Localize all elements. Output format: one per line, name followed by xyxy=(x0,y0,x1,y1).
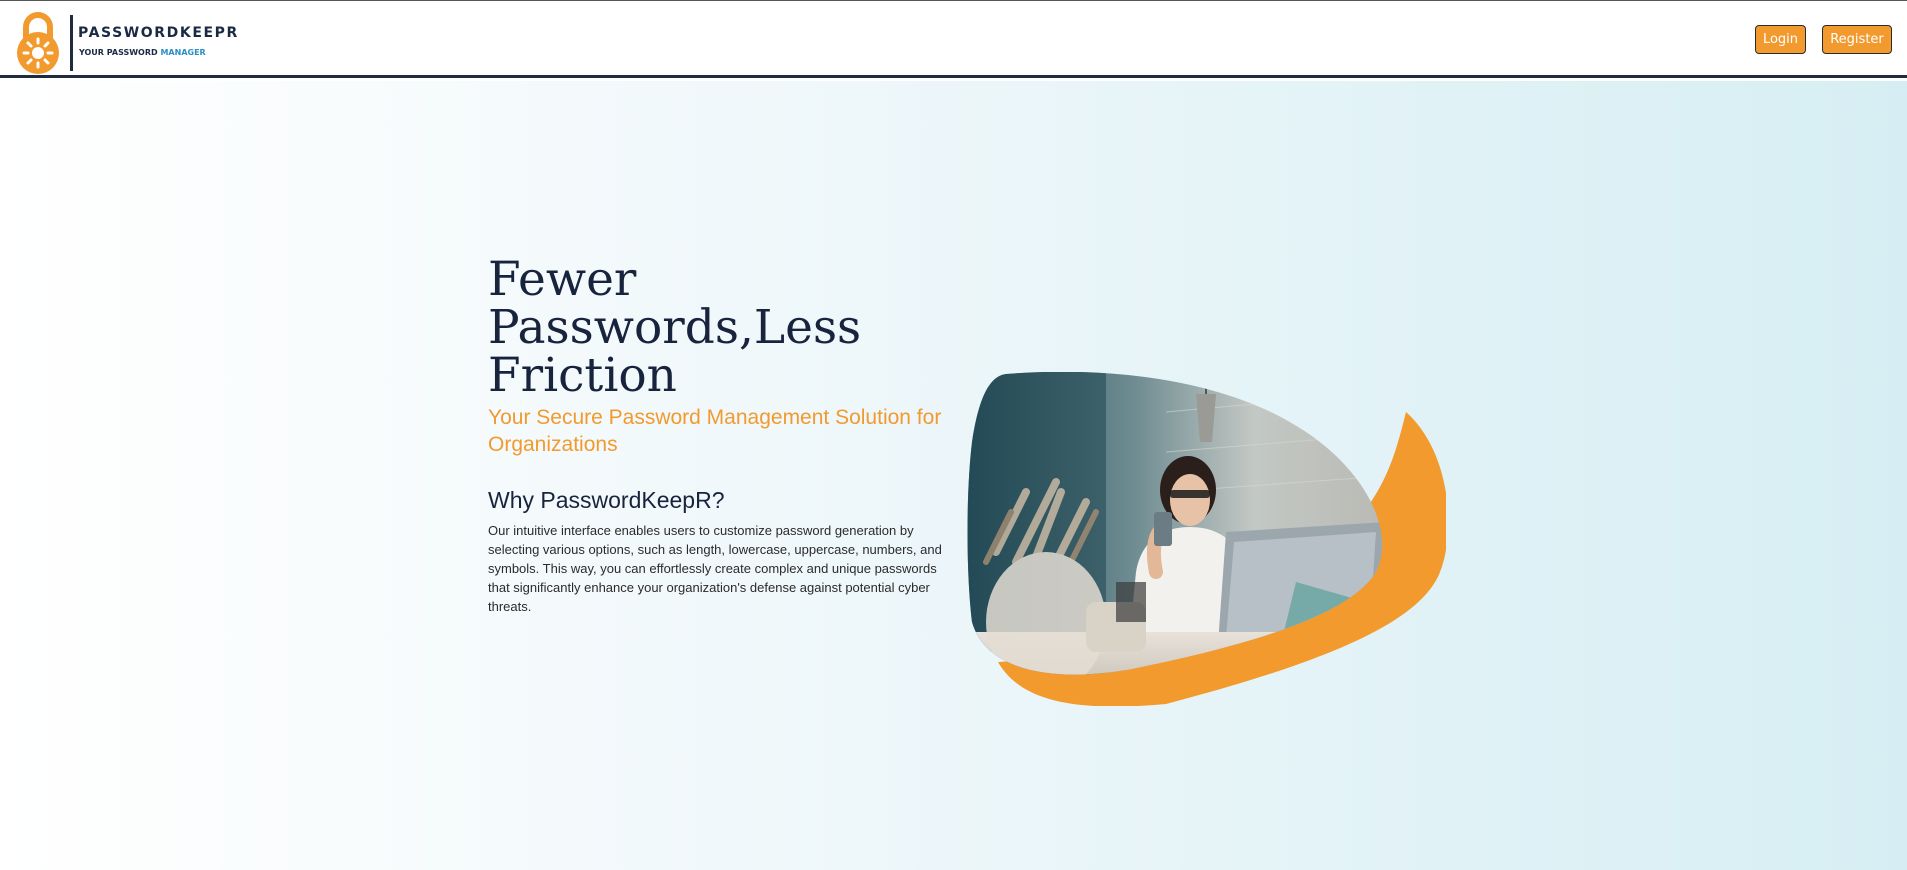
brand-tagline-part2: MANAGER xyxy=(160,48,206,57)
login-button[interactable]: Login xyxy=(1755,25,1806,54)
why-description: Our intuitive interface enables users to… xyxy=(488,523,942,614)
navbar: PASSWORDKEEPR YOUR PASSWORD MANAGER Logi… xyxy=(0,1,1907,78)
padlock-icon xyxy=(17,12,59,74)
logo[interactable]: PASSWORDKEEPR YOUR PASSWORD MANAGER xyxy=(16,11,237,75)
hero-title-line3: Friction xyxy=(488,348,677,403)
why-heading: Why PasswordKeepR? xyxy=(488,487,725,513)
hero-title: Fewer Passwords,Less Friction xyxy=(488,256,958,400)
brand-tagline-part1: YOUR PASSWORD xyxy=(79,48,158,57)
hero-title-line1: Fewer xyxy=(488,252,637,307)
hero-title-line2: Passwords,Less xyxy=(488,300,862,355)
brand-tagline: YOUR PASSWORD MANAGER xyxy=(79,48,206,57)
hero-illustration xyxy=(967,372,1446,706)
hero-section xyxy=(0,81,1907,870)
logo-divider xyxy=(70,15,73,71)
hero-subtitle: Your Secure Password Management Solution… xyxy=(488,406,942,456)
brand-name: PASSWORDKEEPR xyxy=(78,25,239,41)
register-button[interactable]: Register xyxy=(1822,25,1892,54)
